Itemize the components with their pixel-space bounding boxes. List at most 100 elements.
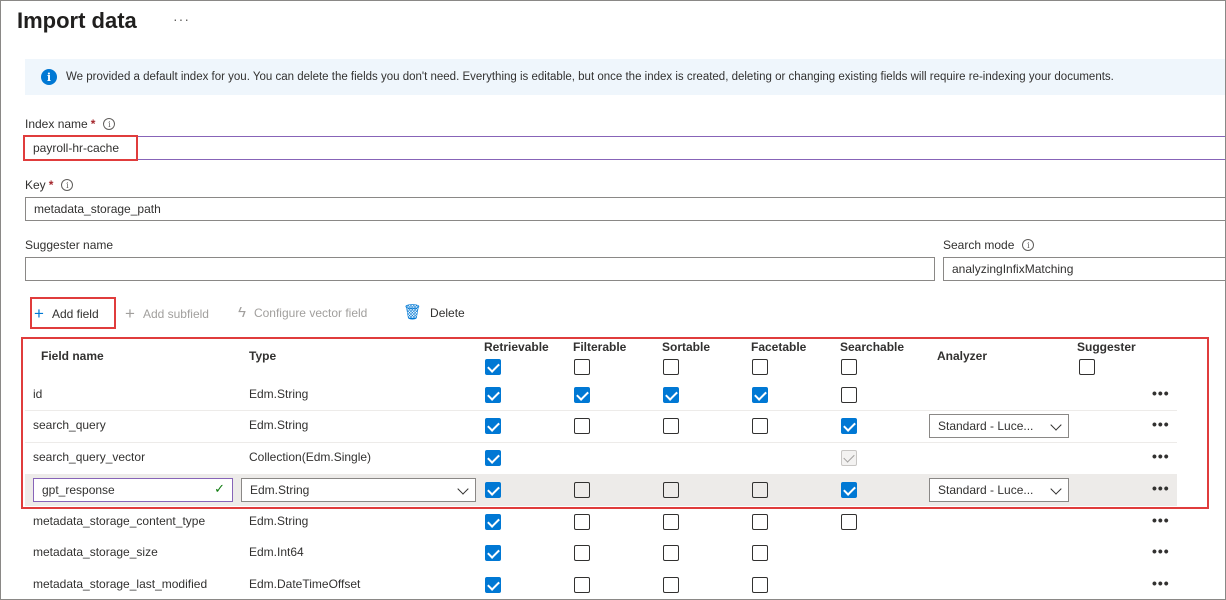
valid-check-icon: ✓ [214,481,225,496]
field-type-cell[interactable]: Edm.String [249,514,308,528]
sortable-checkbox[interactable] [663,545,679,561]
key-label-text: Key [25,178,46,192]
add-field-button[interactable]: + Add field [34,305,99,322]
row-divider [25,410,1177,411]
chevron-down-icon [457,483,469,495]
searchable-checkbox[interactable] [841,418,857,434]
analyzer-value: Standard - Luce... [938,483,1034,497]
chevron-down-icon [1050,483,1062,495]
field-type-cell[interactable]: Collection(Edm.Single) [249,450,371,464]
filterable-checkbox[interactable] [574,387,590,403]
field-name-cell[interactable]: metadata_storage_content_type [33,514,205,528]
filterable-checkbox[interactable] [574,514,590,530]
header-checkbox-facetable[interactable] [752,359,768,375]
suggester-name-label: Suggester name [25,238,113,252]
analyzer-dropdown[interactable]: Standard - Luce... [929,478,1069,502]
info-circle-icon[interactable]: i [103,118,116,130]
facetable-checkbox[interactable] [752,418,768,434]
sortable-checkbox[interactable] [663,514,679,530]
sortable-checkbox[interactable] [663,418,679,434]
field-type-cell[interactable]: Edm.Int64 [249,545,304,559]
facetable-checkbox[interactable] [752,387,768,403]
field-type-cell[interactable]: Edm.String [249,418,308,432]
retrievable-checkbox[interactable] [485,450,501,466]
searchable-checkbox [841,450,857,466]
field-name-cell[interactable]: search_query_vector [33,450,145,464]
searchable-checkbox[interactable] [841,514,857,530]
add-field-label: Add field [51,306,99,321]
search-mode-label: Search mode i [943,238,1035,252]
facetable-checkbox[interactable] [752,545,768,561]
retrievable-checkbox[interactable] [485,514,501,530]
searchable-checkbox[interactable] [841,387,857,403]
sortable-checkbox[interactable] [663,387,679,403]
sortable-checkbox[interactable] [663,577,679,593]
row-more-options-icon[interactable]: ••• [1152,480,1170,496]
index-name-value[interactable]: payroll-hr-cache [23,135,138,161]
field-type-cell[interactable]: Edm.String [249,387,308,401]
page-title: Import data [17,8,137,33]
retrievable-checkbox[interactable] [485,577,501,593]
header-checkbox-searchable[interactable] [841,359,857,375]
field-name-cell[interactable]: id [33,387,42,401]
key-label: Key * i [25,178,74,192]
row-divider [25,442,1177,443]
analyzer-value: Standard - Luce... [938,419,1034,433]
searchable-checkbox[interactable] [841,482,857,498]
info-circle-icon[interactable]: i [61,179,74,191]
field-name-cell[interactable]: metadata_storage_size [33,545,158,559]
field-type-dropdown[interactable]: Edm.String [241,478,476,502]
analyzer-dropdown[interactable]: Standard - Luce... [929,414,1069,438]
index-name-input[interactable] [25,136,1225,160]
info-icon: i [41,69,57,85]
required-marker: * [48,178,54,192]
retrievable-checkbox[interactable] [485,418,501,434]
retrievable-checkbox[interactable] [485,482,501,498]
index-name-label: Index name * i [25,117,116,131]
sortable-checkbox[interactable] [663,482,679,498]
index-name-label-text: Index name [25,117,88,131]
field-name-value: gpt_response [42,483,115,497]
header-checkbox-retrievable[interactable] [485,359,501,375]
retrievable-checkbox[interactable] [485,545,501,561]
row-more-options-icon[interactable]: ••• [1152,448,1170,464]
add-subfield-button[interactable]: + Add subfield [125,305,209,322]
row-more-options-icon[interactable]: ••• [1152,416,1170,432]
facetable-checkbox[interactable] [752,482,768,498]
delete-button[interactable]: 🗑 Delete [403,305,465,320]
retrievable-checkbox[interactable] [485,387,501,403]
field-name-cell[interactable]: search_query [33,418,106,432]
trash-icon: 🗑 [403,304,423,321]
configure-vector-field-button[interactable]: ϟ Configure vector field [238,305,367,320]
info-banner: i We provided a default index for you. Y… [25,59,1225,95]
add-subfield-label: Add subfield [142,306,209,321]
more-options-button[interactable]: ··· [173,11,190,27]
filterable-checkbox[interactable] [574,577,590,593]
field-type-value: Edm.String [250,483,310,497]
search-mode-dropdown[interactable]: analyzingInfixMatching [943,257,1225,281]
facetable-checkbox[interactable] [752,577,768,593]
filterable-checkbox[interactable] [574,418,590,434]
header-checkbox-sortable[interactable] [663,359,679,375]
facetable-checkbox[interactable] [752,514,768,530]
info-banner-text: We provided a default index for you. You… [66,71,1114,83]
filterable-checkbox[interactable] [574,482,590,498]
required-marker: * [90,117,96,131]
configure-vector-field-label: Configure vector field [253,305,368,320]
suggester-name-input[interactable] [25,257,935,281]
suggester-name-label-text: Suggester name [25,238,114,252]
row-more-options-icon[interactable]: ••• [1152,575,1170,591]
plus-icon: + [125,304,135,323]
filterable-checkbox[interactable] [574,545,590,561]
row-more-options-icon[interactable]: ••• [1152,512,1170,528]
row-more-options-icon[interactable]: ••• [1152,385,1170,401]
field-name-cell[interactable]: metadata_storage_last_modified [33,577,207,591]
key-input[interactable]: metadata_storage_path [25,197,1225,221]
field-type-cell[interactable]: Edm.DateTimeOffset [249,577,360,591]
row-more-options-icon[interactable]: ••• [1152,543,1170,559]
header-checkbox-suggester[interactable] [1079,359,1095,375]
field-name-input[interactable]: gpt_response ✓ [33,478,233,502]
chevron-down-icon [1050,419,1062,431]
info-circle-icon[interactable]: i [1022,239,1035,251]
header-checkbox-filterable[interactable] [574,359,590,375]
